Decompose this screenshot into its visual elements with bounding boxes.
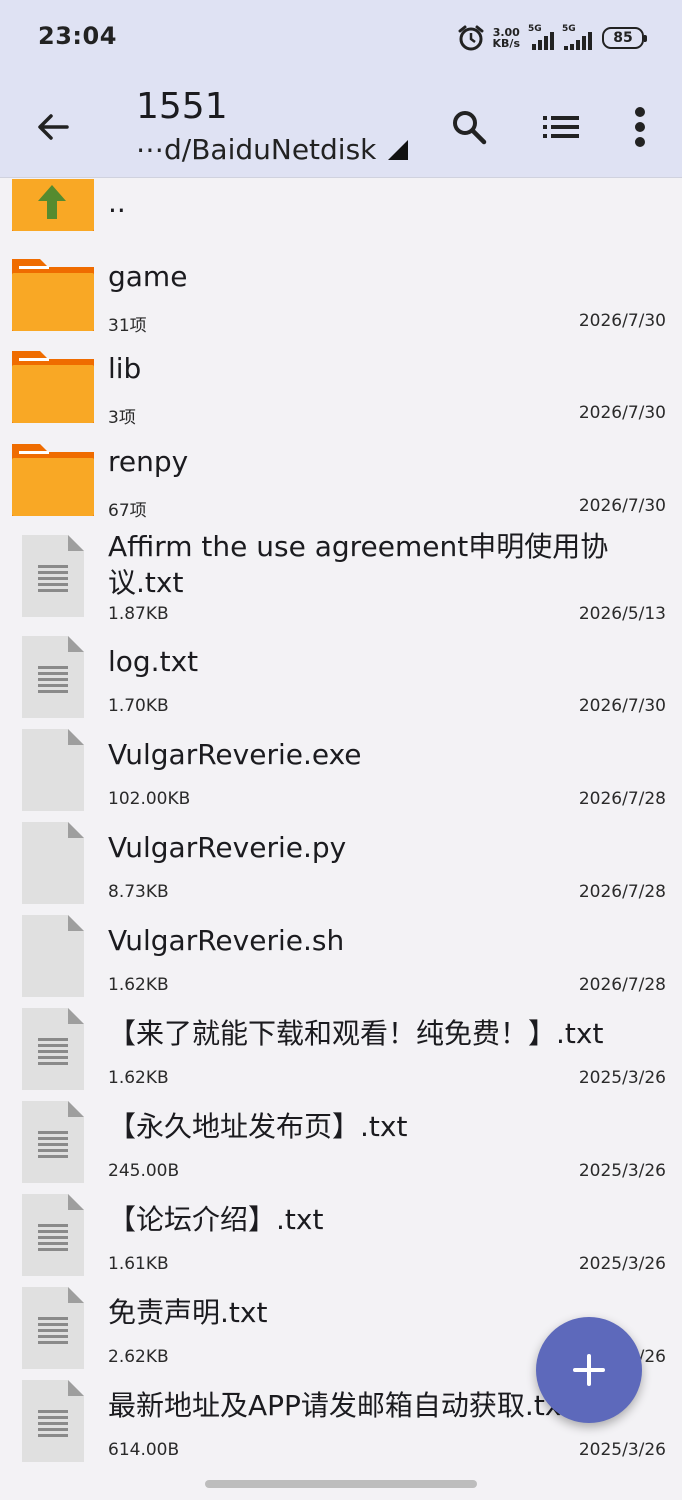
file-meta: 67项	[108, 501, 147, 521]
plus-icon	[573, 1354, 605, 1386]
folder-row[interactable]: lib 3项 2026/7/30	[0, 341, 682, 433]
network-speed: 3.00 KB/s	[493, 27, 520, 49]
file-name: VulgarReverie.py	[108, 831, 347, 864]
parent-folder-label: ..	[108, 186, 126, 219]
list-view-button[interactable]	[534, 100, 588, 154]
title-block: 1551 ⋯d/BaiduNetdisk	[136, 86, 409, 166]
battery-icon: 85	[602, 27, 647, 49]
file-name: VulgarReverie.exe	[108, 738, 362, 771]
app-bar: 1551 ⋯d/BaiduNetdisk	[0, 76, 682, 178]
file-row[interactable]: log.txt 1.70KB 2026/7/30	[0, 634, 682, 726]
file-name: game	[108, 260, 188, 293]
file-date: 2026/7/28	[578, 789, 666, 809]
file-meta: 31项	[108, 316, 147, 336]
search-icon	[453, 111, 487, 145]
file-meta: 614.00B	[108, 1440, 180, 1460]
signal-1-label: 5G	[528, 24, 542, 34]
battery-level: 85	[613, 30, 633, 46]
file-name: VulgarReverie.sh	[108, 924, 345, 957]
folder-icon	[12, 351, 94, 423]
file-row[interactable]: 【论坛介绍】.txt 1.61KB 2025/3/26	[0, 1192, 682, 1284]
folder-row[interactable]: renpy 67项 2026/7/30	[0, 434, 682, 526]
file-meta: 1.62KB	[108, 1068, 169, 1088]
file-date: 2026/7/28	[578, 975, 666, 995]
more-options-button[interactable]	[613, 100, 667, 154]
status-icons: 3.00 KB/s 5G 5G 85	[457, 22, 647, 54]
file-list: .. game 31项 2026/7/30 lib 3项 2026/7/30 r…	[0, 179, 682, 1500]
file-date: 2025/3/26	[578, 1068, 666, 1088]
file-name: Affirm the use agreement申明使用协议.txt	[108, 530, 609, 599]
folder-icon	[12, 444, 94, 516]
file-row[interactable]: VulgarReverie.sh 1.62KB 2026/7/28	[0, 913, 682, 1005]
network-speed-unit: KB/s	[492, 37, 520, 50]
more-vert-icon	[635, 107, 645, 147]
file-meta: 8.73KB	[108, 882, 169, 902]
file-meta: 1.61KB	[108, 1254, 169, 1274]
file-date: 2026/7/30	[578, 403, 666, 423]
file-meta: 245.00B	[108, 1161, 180, 1181]
file-meta: 102.00KB	[108, 789, 191, 809]
text-file-icon	[22, 1287, 84, 1369]
text-file-icon	[22, 1194, 84, 1276]
file-date: 2025/3/26	[578, 1440, 666, 1460]
file-name: 免责声明.txt	[108, 1296, 268, 1329]
file-name: renpy	[108, 445, 189, 478]
file-name: 【来了就能下载和观看！纯免费！】.txt	[108, 1017, 604, 1050]
blank-file-icon	[22, 729, 84, 811]
file-meta: 1.62KB	[108, 975, 169, 995]
file-date: 2026/7/30	[578, 696, 666, 716]
folder-up-icon	[12, 179, 94, 231]
blank-file-icon	[22, 915, 84, 997]
signal-2-icon: 5G	[562, 24, 594, 50]
file-date: 2026/7/30	[578, 496, 666, 516]
status-time: 23:04	[38, 22, 117, 50]
parent-folder-row[interactable]: ..	[0, 179, 682, 239]
file-date: 2026/7/28	[578, 882, 666, 902]
file-row[interactable]: VulgarReverie.py 8.73KB 2026/7/28	[0, 820, 682, 912]
text-file-icon	[22, 535, 84, 617]
file-name: lib	[108, 352, 142, 385]
current-path: ⋯d/BaiduNetdisk	[136, 133, 377, 166]
file-name: 最新地址及APP请发邮箱自动获取.txt	[108, 1389, 573, 1422]
file-date: 2026/7/30	[578, 311, 666, 331]
file-row[interactable]: 【永久地址发布页】.txt 245.00B 2025/3/26	[0, 1099, 682, 1191]
signal-1-icon: 5G	[528, 24, 554, 50]
blank-file-icon	[22, 822, 84, 904]
file-meta: 3项	[108, 408, 136, 428]
text-file-icon	[22, 636, 84, 718]
path-selector[interactable]: ⋯d/BaiduNetdisk	[136, 133, 409, 166]
list-view-icon	[543, 116, 579, 138]
file-date: 2025/3/26	[578, 1254, 666, 1274]
file-name: 【论坛介绍】.txt	[108, 1203, 324, 1236]
path-dropdown-icon	[388, 140, 409, 160]
file-row[interactable]: VulgarReverie.exe 102.00KB 2026/7/28	[0, 727, 682, 819]
search-button[interactable]	[442, 100, 496, 154]
signal-2-label: 5G	[562, 24, 576, 34]
status-bar: 23:04 3.00 KB/s 5G 5G 85	[0, 0, 682, 76]
alarm-icon	[458, 25, 484, 51]
back-arrow-icon	[38, 114, 69, 140]
back-button[interactable]	[28, 102, 78, 152]
folder-icon	[12, 259, 94, 331]
file-name: log.txt	[108, 645, 199, 678]
text-file-icon	[22, 1101, 84, 1183]
file-meta: 1.87KB	[108, 604, 169, 624]
file-meta: 2.62KB	[108, 1347, 169, 1367]
home-indicator[interactable]	[205, 1480, 477, 1488]
file-name: 【永久地址发布页】.txt	[108, 1110, 408, 1143]
page-title: 1551	[136, 86, 228, 127]
add-button[interactable]	[536, 1317, 642, 1423]
folder-row[interactable]: game 31项 2026/7/30	[0, 249, 682, 341]
file-row[interactable]: 【来了就能下载和观看！纯免费！】.txt 1.62KB 2025/3/26	[0, 1006, 682, 1098]
text-file-icon	[22, 1380, 84, 1462]
file-date: 2025/3/26	[578, 1161, 666, 1181]
file-date: 2026/5/13	[578, 604, 666, 624]
text-file-icon	[22, 1008, 84, 1090]
file-meta: 1.70KB	[108, 696, 169, 716]
file-row[interactable]: Affirm the use agreement申明使用协议.txt 1.87K…	[0, 529, 682, 629]
